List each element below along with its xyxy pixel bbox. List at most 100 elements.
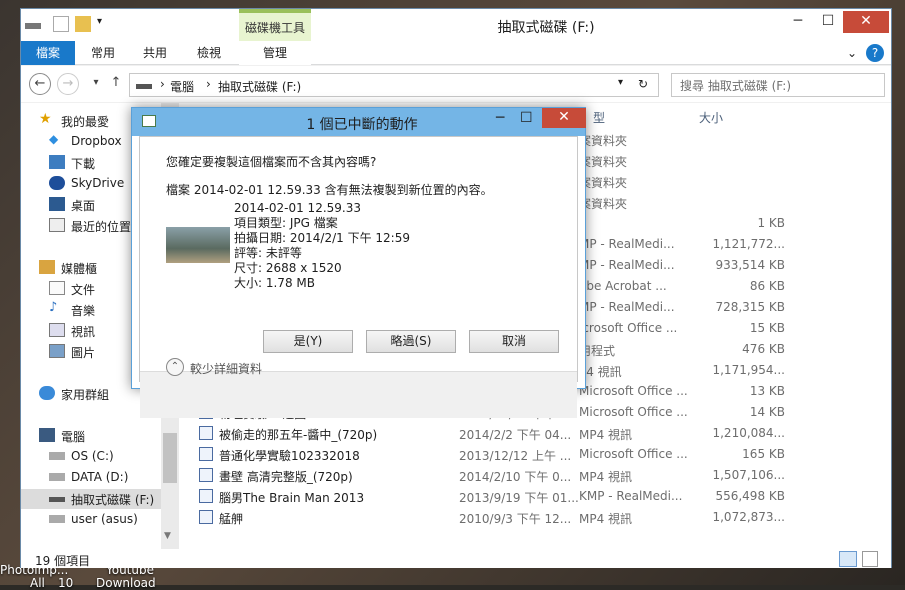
file-size: 86 KB xyxy=(749,279,785,293)
file-icon xyxy=(199,426,213,440)
dialog-footer: ⌃ 較少詳細資料 xyxy=(140,358,577,418)
status-bar: 19 個項目 xyxy=(21,549,891,568)
recent-icon xyxy=(49,218,65,232)
tab-home[interactable]: 常用 xyxy=(79,43,127,65)
computer-icon xyxy=(39,428,55,442)
column-header-type[interactable]: 型 xyxy=(593,109,605,126)
column-header-size[interactable]: 大小 xyxy=(699,109,723,126)
drive-icon xyxy=(136,84,152,89)
chevron-right-icon[interactable]: › xyxy=(206,77,211,91)
maximize-button[interactable]: ☐ xyxy=(813,11,843,33)
desktop-icon-label[interactable]: All xyxy=(30,576,45,590)
file-name: 2014-02-01 12.59.33 xyxy=(234,201,361,215)
file-type: MP4 視訊 xyxy=(579,512,633,526)
yes-button[interactable]: 是(Y) xyxy=(263,330,353,353)
dialog-title: 1 個已中斷的動作 xyxy=(306,117,418,133)
file-type: 案資料夾 xyxy=(579,176,628,190)
dialog-message: 檔案 2014-02-01 12.59.33 含有無法複製到新位置的內容。 xyxy=(166,183,493,197)
dialog-question: 您確定要複製這個檔案而不含其內容嗎? xyxy=(166,155,377,169)
contextual-tab-header: 磁碟機工具 xyxy=(239,9,311,41)
file-size: 13 KB xyxy=(749,384,785,398)
file-icon xyxy=(199,447,213,461)
file-rating: 評等: 未評等 xyxy=(234,246,302,260)
video-icon xyxy=(49,323,65,337)
details-view-icon[interactable] xyxy=(839,551,857,567)
file-size: 1,507,106... xyxy=(712,468,785,482)
title-bar: ▾ 磁碟機工具 抽取式磁碟 (F:) ─ ☐ ✕ xyxy=(21,9,891,41)
tab-share[interactable]: 共用 xyxy=(131,43,179,65)
file-date: 2013/12/12 上午 ... xyxy=(459,449,572,463)
maximize-button[interactable]: ☐ xyxy=(520,110,533,126)
file-date: 2014/2/2 下午 04... xyxy=(459,428,572,442)
file-size: 大小: 1.78 MB xyxy=(234,276,315,290)
file-size: 14 KB xyxy=(749,405,785,419)
document-icon xyxy=(49,281,65,295)
up-button[interactable]: ↑ xyxy=(105,73,127,95)
properties-icon[interactable] xyxy=(53,16,69,32)
scroll-down-arrow[interactable]: ▼ xyxy=(164,531,171,541)
chevron-right-icon[interactable]: › xyxy=(160,77,165,91)
table-row[interactable]: 被偷走的那五年-醬中_(720p) 2014/2/2 下午 04... MP4 視訊… xyxy=(181,423,891,444)
desktop-icon-label[interactable]: Download xyxy=(96,576,156,590)
file-item-type: 項目類型: JPG 檔案 xyxy=(234,216,338,230)
file-type: MP - RealMedi... xyxy=(579,237,675,251)
drive-icon xyxy=(25,23,41,29)
table-row[interactable]: 畫壁 高清完整版_(720p) 2014/2/10 下午 0... MP4 視訊 1,… xyxy=(181,465,891,486)
desktop-icon-label[interactable]: 10 xyxy=(58,576,73,590)
minimize-button[interactable]: ─ xyxy=(783,11,813,33)
file-type: Microsoft Office ... xyxy=(579,447,688,461)
less-details-toggle[interactable]: 較少詳細資料 xyxy=(190,360,262,377)
help-icon[interactable]: ? xyxy=(866,44,884,62)
file-type: KMP - RealMedi... xyxy=(579,489,683,503)
back-button[interactable]: ← xyxy=(29,73,51,95)
tab-file[interactable]: 檔案 xyxy=(21,41,75,65)
search-input[interactable]: 搜尋 抽取式磁碟 (F:) xyxy=(671,73,885,97)
breadcrumb-drive[interactable]: 抽取式磁碟 (F:) xyxy=(218,78,301,95)
file-type: MP - RealMedi... xyxy=(579,300,675,314)
file-name: 艋舺 xyxy=(219,512,244,526)
skip-button[interactable]: 略過(S) xyxy=(366,330,456,353)
file-type: 案資料夾 xyxy=(579,134,628,148)
homegroup-icon xyxy=(39,386,55,400)
file-name: 畫壁 高清完整版_(720p) xyxy=(219,470,353,484)
tab-view[interactable]: 檢視 xyxy=(185,43,233,65)
file-size: 556,498 KB xyxy=(715,489,785,503)
file-type: MP4 視訊 xyxy=(579,470,633,484)
table-row[interactable]: 普通化學實驗102332018 2013/12/12 上午 ... Microsof… xyxy=(181,444,891,465)
file-type: icrosoft Office ... xyxy=(579,321,678,335)
file-size: 1,171,954... xyxy=(712,363,785,377)
table-row[interactable]: 艋舺 2010/9/3 下午 12... MP4 視訊 1,072,873... xyxy=(181,507,891,528)
chevron-up-icon[interactable]: ⌃ xyxy=(166,358,184,376)
tab-manage[interactable]: 管理 xyxy=(239,43,311,65)
chevron-down-icon[interactable]: ▾ xyxy=(97,16,113,32)
breadcrumb-computer[interactable]: 電腦 xyxy=(170,78,194,95)
new-folder-icon[interactable] xyxy=(75,16,91,32)
file-size: 476 KB xyxy=(742,342,785,356)
library-icon xyxy=(39,260,55,274)
interrupted-action-dialog: 1 個已中斷的動作 ─ ☐ ✕ 您確定要複製這個檔案而不含其內容嗎? 檔案 20… xyxy=(131,107,586,418)
nav-item-drive-f[interactable]: 抽取式磁碟 (F:) xyxy=(21,489,161,509)
chevron-down-icon[interactable]: ▾ xyxy=(618,77,623,88)
file-name: 腦男The Brain Man 2013 xyxy=(219,491,365,505)
forward-button[interactable]: → xyxy=(57,73,79,95)
file-size: 15 KB xyxy=(749,321,785,335)
cancel-button[interactable]: 取消 xyxy=(469,330,559,353)
file-date: 2010/9/3 下午 12... xyxy=(459,512,572,526)
download-icon xyxy=(49,155,65,169)
scrollbar-thumb[interactable] xyxy=(163,433,177,483)
chevron-down-icon[interactable]: ⌄ xyxy=(843,43,861,65)
minimize-button[interactable]: ─ xyxy=(496,110,504,126)
close-button[interactable]: ✕ xyxy=(843,11,889,33)
file-size: 1,210,084... xyxy=(712,426,785,440)
star-icon: ★ xyxy=(39,111,52,127)
file-type: 案資料夾 xyxy=(579,197,628,211)
refresh-icon[interactable]: ↻ xyxy=(638,77,648,91)
file-name: 普通化學實驗102332018 xyxy=(219,449,360,463)
large-icons-view-icon[interactable] xyxy=(862,551,878,567)
dialog-close-button[interactable]: ✕ xyxy=(542,108,586,128)
table-row[interactable]: 腦男The Brain Man 2013 2013/9/19 下午 01... KM… xyxy=(181,486,891,507)
recent-locations-button[interactable]: ▾ xyxy=(85,73,107,95)
desktop-icon xyxy=(49,197,65,211)
dialog-title-bar: 1 個已中斷的動作 ─ ☐ ✕ xyxy=(132,108,586,136)
address-bar[interactable]: › 電腦 › 抽取式磁碟 (F:) ▾ ↻ xyxy=(129,73,659,97)
